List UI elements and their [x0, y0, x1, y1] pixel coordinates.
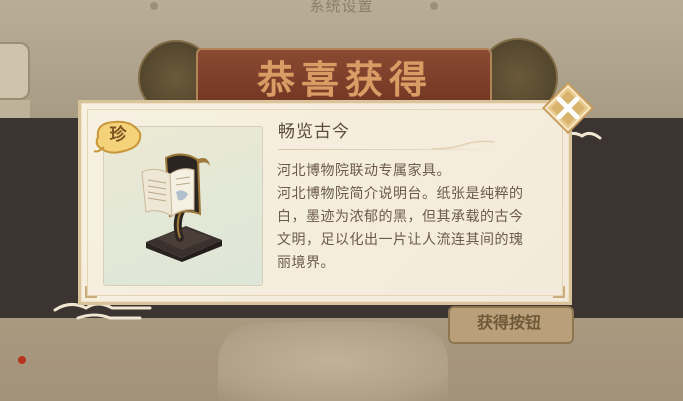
description-line: 文明，足以化出一片让人流连其间的瑰	[277, 232, 524, 248]
background-obtain-button-label: 获得按钮	[476, 313, 541, 332]
background-side-tab-lower	[0, 100, 30, 120]
notification-dot	[18, 356, 26, 364]
background-settings-title: 系统设置	[309, 0, 374, 15]
dialog-corner-ornament	[85, 286, 97, 298]
dialog-corner-ornament	[553, 286, 565, 298]
background-side-tab	[0, 42, 30, 100]
divider-ornament-icon	[432, 140, 495, 150]
description-line: 河北博物院简介说明台。纸张是纯粹的	[277, 186, 524, 202]
rarity-label: 珍	[109, 125, 127, 145]
description-line: 丽境界。	[277, 255, 335, 271]
description-line: 白，墨迹为浓郁的黑，但其承载的古今	[277, 209, 524, 225]
background-character-figure	[218, 322, 448, 401]
book-stand-item-icon	[141, 153, 222, 262]
item-description: 河北博物院联动专属家具。 河北博物院简介说明台。纸张是纯粹的 白，墨迹为浓郁的黑…	[277, 160, 562, 275]
close-button[interactable]	[540, 80, 596, 136]
game-screen: 系统设置 恭喜获得 获得按钮 珍 畅览古今 河北博物院联动专属家具。 河北博物院…	[0, 0, 683, 401]
description-line: 河北博物院联动专属家具。	[277, 163, 451, 179]
